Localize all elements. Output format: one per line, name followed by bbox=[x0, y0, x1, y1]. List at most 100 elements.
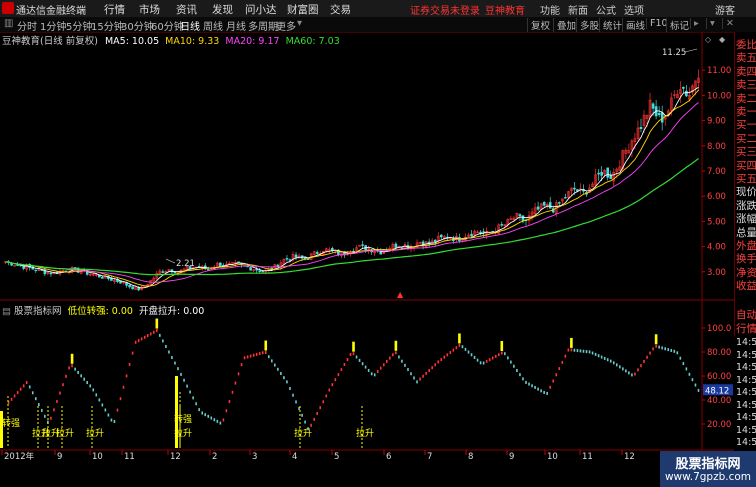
oscillator-bar bbox=[13, 394, 16, 398]
oscillator-bar bbox=[213, 418, 216, 422]
candle-body bbox=[22, 266, 25, 269]
high-price-pointer bbox=[684, 48, 698, 53]
oscillator-bar bbox=[579, 349, 582, 353]
oscillator-bar bbox=[500, 351, 503, 355]
scroll-down-icon: ◆ bbox=[719, 35, 726, 44]
oscillator-bar bbox=[174, 361, 176, 365]
oscillator-bar bbox=[455, 346, 458, 350]
oscillator-bar bbox=[637, 368, 639, 372]
oscillator-bar bbox=[74, 367, 76, 371]
oscillator-bar bbox=[207, 414, 210, 418]
oscillator-bar bbox=[56, 399, 58, 403]
oscillator-bar bbox=[622, 367, 624, 371]
time-tick-label: 4 bbox=[292, 452, 297, 462]
oscillator-bar bbox=[546, 391, 548, 395]
price-tick-label: 6.00 bbox=[707, 192, 726, 202]
oscillator-bar bbox=[143, 335, 146, 339]
oscillator-bars bbox=[7, 318, 700, 431]
oscillator-bar bbox=[246, 355, 249, 359]
oscillator-bar bbox=[543, 390, 545, 394]
oscillator-bar bbox=[443, 355, 446, 359]
oscillator-bar bbox=[449, 351, 452, 355]
oscillator-bar bbox=[673, 349, 676, 353]
oscillator-bar bbox=[422, 374, 424, 378]
low-price-pointer bbox=[165, 258, 176, 264]
quote-button[interactable]: 行情 bbox=[736, 321, 756, 336]
oscillator-bar bbox=[125, 374, 128, 378]
auto-button[interactable]: 自动 bbox=[736, 307, 756, 322]
oscillator-bar bbox=[407, 368, 409, 372]
oscillator-bar bbox=[328, 388, 331, 392]
time-tick-label: 7 bbox=[427, 452, 432, 462]
candle-body bbox=[73, 267, 77, 269]
oscillator-bar bbox=[392, 353, 394, 357]
oscillator-bar bbox=[416, 380, 418, 384]
oscillator-bar bbox=[228, 400, 231, 404]
candle-body bbox=[557, 202, 561, 204]
oscillator-bar bbox=[594, 352, 597, 356]
oscillator-bar bbox=[364, 365, 367, 369]
oscillator-bar bbox=[494, 354, 497, 358]
candle-body bbox=[685, 90, 688, 97]
peak-signal-bar bbox=[500, 340, 504, 351]
tick-time: 14:56 bbox=[736, 374, 756, 386]
price-tick-label: 9.00 bbox=[707, 117, 726, 127]
oscillator-bar bbox=[452, 348, 455, 352]
oscillator-bar bbox=[652, 347, 654, 351]
oscillator-bar bbox=[367, 368, 370, 372]
oscillator-bar bbox=[355, 355, 358, 359]
oscillator-bar bbox=[331, 383, 334, 387]
oscillator-bar bbox=[431, 366, 433, 370]
watermark-url: www.7gpzb.com bbox=[664, 471, 752, 483]
time-tick-label: 12 bbox=[624, 452, 635, 462]
oscillator-bar bbox=[267, 355, 270, 359]
candlestick-chart[interactable]: 11.00 10.00 9.00 8.00 7.00 6.00 5.00 4.00 3.00 转… bbox=[0, 0, 756, 487]
candle-body bbox=[49, 272, 53, 275]
tick-time: 14:56 bbox=[736, 387, 756, 398]
oscillator-bar bbox=[485, 359, 488, 363]
oscillator-bar bbox=[162, 339, 164, 343]
oscillator-bar bbox=[86, 381, 89, 385]
oscillator-bar bbox=[531, 384, 533, 388]
oscillator-bar bbox=[507, 356, 509, 360]
oscillator-bar bbox=[570, 348, 573, 352]
time-tick-label: 12 bbox=[170, 452, 181, 462]
candle-body bbox=[518, 214, 522, 216]
low-price-label: 2.21 bbox=[176, 259, 195, 269]
oscillator-bar bbox=[619, 365, 621, 369]
oscillator-bar bbox=[171, 356, 173, 360]
candle-body bbox=[294, 254, 298, 258]
oscillator-bar bbox=[497, 353, 500, 357]
oscillator-bar bbox=[688, 372, 691, 376]
candle-body bbox=[536, 206, 540, 210]
candle-body bbox=[657, 113, 661, 116]
ma20-line bbox=[5, 102, 699, 283]
oscillator-bar bbox=[34, 397, 37, 401]
oscillator-bar bbox=[322, 400, 325, 404]
candle-body bbox=[651, 103, 655, 109]
candle-body bbox=[597, 172, 600, 175]
oscillator-bar bbox=[10, 397, 13, 401]
oscillator-bar bbox=[140, 337, 143, 341]
oscillator-bar bbox=[473, 355, 476, 359]
oscillator-bar bbox=[419, 377, 421, 381]
time-axis: 2012年 9 10 11 12 2 3 4 5 6 7 8 9 10 11 12 bbox=[1, 450, 635, 462]
oscillator-bar bbox=[210, 416, 213, 420]
indicator-tick-label: 80.00 bbox=[707, 348, 731, 358]
oscillator-bar bbox=[491, 356, 494, 360]
oscillator-bar bbox=[343, 363, 346, 367]
oscillator-bar bbox=[428, 369, 430, 373]
oscillator-bar bbox=[243, 356, 246, 360]
time-tick-label: 9 bbox=[509, 452, 514, 462]
oscillator-bar bbox=[225, 409, 228, 413]
oscillator-bar bbox=[694, 383, 697, 387]
peak-signal-bar bbox=[155, 318, 159, 329]
ma5-line bbox=[5, 86, 699, 289]
oscillator-bar bbox=[258, 352, 261, 356]
quote-field-label: 收益 bbox=[736, 280, 756, 293]
indicator-tick-label: 100.0 bbox=[707, 324, 731, 334]
time-tick-label: 10 bbox=[92, 452, 103, 462]
oscillator-bar bbox=[488, 358, 491, 362]
oscillator-bar bbox=[370, 372, 373, 376]
site-watermark: 股票指标网 www.7gpzb.com bbox=[660, 451, 756, 487]
